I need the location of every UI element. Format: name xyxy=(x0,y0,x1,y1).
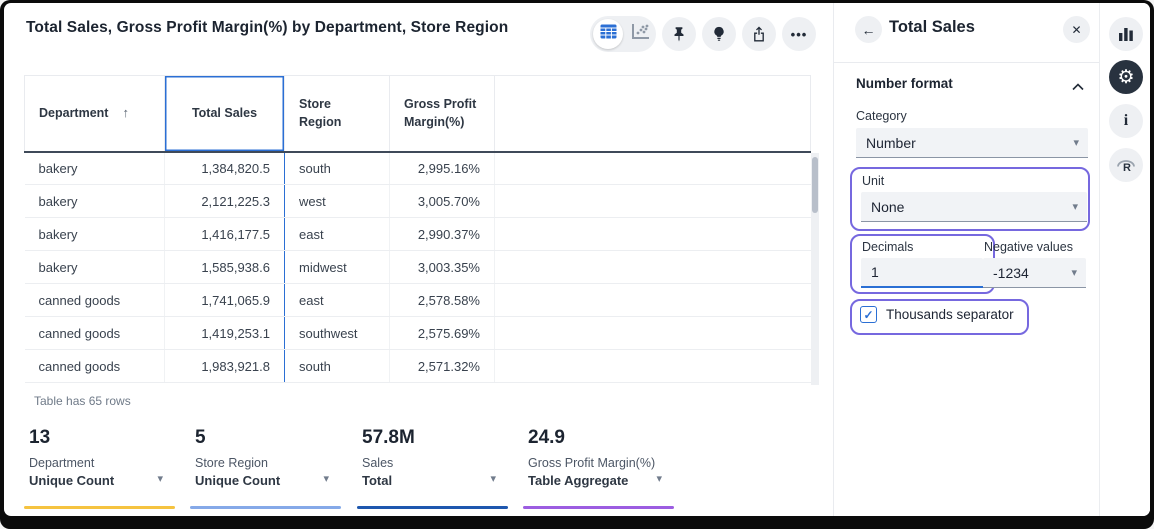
app-content: Total Sales, Gross Profit Margin(%) by D… xyxy=(4,3,1150,516)
close-button[interactable]: ✕ xyxy=(1063,16,1090,43)
collapse-section-button[interactable] xyxy=(1072,78,1084,96)
table-row: canned goods 1,983,921.8 south 2,571.32% xyxy=(25,350,811,383)
stat-value: 57.8M xyxy=(357,427,508,449)
close-icon: ✕ xyxy=(1071,23,1081,37)
stat-sales: 57.8M Sales Total ▾ xyxy=(357,427,508,509)
page-title: Total Sales, Gross Profit Margin(%) by D… xyxy=(26,19,508,37)
table-row: canned goods 1,741,065.9 east 2,578.58% xyxy=(25,284,811,317)
table-row: bakery 1,585,938.6 midwest 3,003.35% xyxy=(25,251,811,284)
caret-down-icon: ▾ xyxy=(1072,200,1078,213)
stat-label: Department xyxy=(24,456,175,470)
stat-underline xyxy=(357,506,508,509)
table-scrollbar-thumb[interactable] xyxy=(812,157,818,213)
right-icon-rail: ⚙ i R xyxy=(1099,3,1150,516)
table-row: bakery 1,384,820.5 south 2,995.16% xyxy=(25,152,811,185)
column-header-empty xyxy=(495,76,811,152)
stat-store-region: 5 Store Region Unique Count ▾ xyxy=(190,427,341,509)
stat-aggregation-dropdown[interactable]: Unique Count xyxy=(190,473,341,488)
stat-aggregation-dropdown[interactable]: Unique Count xyxy=(24,473,175,488)
stat-value: 24.9 xyxy=(523,427,674,449)
app-window: Total Sales, Gross Profit Margin(%) by D… xyxy=(0,0,1154,529)
table-body: bakery 1,384,820.5 south 2,995.16% baker… xyxy=(25,152,811,383)
category-value: Number xyxy=(866,135,916,151)
chevron-up-icon xyxy=(1072,78,1084,95)
caret-down-icon: ▾ xyxy=(1073,136,1079,149)
stat-label: Gross Profit Margin(%) xyxy=(523,456,674,470)
back-button[interactable]: ← xyxy=(855,16,882,43)
table-row: bakery 2,121,225.3 west 3,005.70% xyxy=(25,185,811,218)
table-header-row: Department↑ Total Sales Store Region Gro… xyxy=(25,76,811,152)
caret-down-icon: ▾ xyxy=(1071,266,1077,279)
gear-icon-button[interactable]: ⚙ xyxy=(1109,60,1143,94)
more-button[interactable]: ••• xyxy=(782,17,816,51)
check-icon: ✓ xyxy=(863,308,873,322)
info-button[interactable]: i xyxy=(1109,104,1143,138)
table-view-button[interactable] xyxy=(593,19,623,49)
table-grid-icon xyxy=(600,24,617,44)
caret-down-icon[interactable]: ▾ xyxy=(490,472,496,485)
answer-table: Department↑ Total Sales Store Region Gro… xyxy=(24,75,819,383)
share-icon xyxy=(750,25,768,43)
negative-values-label: Negative values xyxy=(984,240,1073,254)
format-panel: ← Total Sales ✕ Number format Category N… xyxy=(833,3,1100,516)
column-header-total-sales[interactable]: Total Sales xyxy=(165,76,285,152)
negative-values-select[interactable]: -1234 ▾ xyxy=(983,258,1086,288)
sort-asc-icon: ↑ xyxy=(122,105,129,120)
info-icon: i xyxy=(1124,112,1128,130)
table-row-count: Table has 65 rows xyxy=(34,394,131,408)
stat-underline xyxy=(523,506,674,509)
column-header-store-region[interactable]: Store Region xyxy=(285,76,390,152)
stat-value: 5 xyxy=(190,427,341,449)
insights-button[interactable] xyxy=(702,17,736,51)
r-analysis-button[interactable]: R xyxy=(1109,148,1143,182)
caret-down-icon[interactable]: ▾ xyxy=(157,472,163,485)
scatter-chart-icon xyxy=(631,24,649,45)
unit-select[interactable]: None ▾ xyxy=(861,192,1087,222)
stat-underline xyxy=(190,506,341,509)
column-header-gross-profit-margin[interactable]: Gross Profit Margin(%) xyxy=(390,76,495,152)
chart-config-button[interactable] xyxy=(1109,17,1143,51)
unit-label: Unit xyxy=(862,174,884,188)
category-label: Category xyxy=(856,109,907,123)
table-scrollbar[interactable] xyxy=(811,153,819,385)
panel-title: Total Sales xyxy=(889,18,975,37)
caret-down-icon[interactable]: ▾ xyxy=(323,472,329,485)
stat-value: 13 xyxy=(24,427,175,449)
unit-value: None xyxy=(871,199,904,215)
column-header-department[interactable]: Department↑ xyxy=(25,76,165,152)
checkbox-checked-icon[interactable]: ✓ xyxy=(860,306,877,323)
pushpin-icon xyxy=(670,25,688,43)
caret-down-icon[interactable]: ▾ xyxy=(656,472,662,485)
bar-chart-icon xyxy=(1118,27,1134,41)
stat-underline xyxy=(24,506,175,509)
panel-divider xyxy=(834,62,1100,63)
table-row: bakery 1,416,177.5 east 2,990.37% xyxy=(25,218,811,251)
decimals-input[interactable] xyxy=(861,258,983,288)
decimals-label: Decimals xyxy=(862,240,913,254)
stat-gross-profit-margin: 24.9 Gross Profit Margin(%) Table Aggreg… xyxy=(523,427,674,509)
share-button[interactable] xyxy=(742,17,776,51)
thousands-separator-label: Thousands separator xyxy=(886,307,1014,322)
thousands-separator-option[interactable]: ✓ Thousands separator xyxy=(860,306,1014,323)
negative-values-value: -1234 xyxy=(993,265,1029,281)
view-toolbar: ••• xyxy=(590,16,816,52)
chart-view-button[interactable] xyxy=(623,24,656,45)
stat-department: 13 Department Unique Count ▾ xyxy=(24,427,175,509)
category-select[interactable]: Number ▾ xyxy=(856,128,1088,158)
view-toggle xyxy=(590,16,656,52)
stat-aggregation-dropdown[interactable]: Table Aggregate xyxy=(523,473,674,488)
ellipsis-icon: ••• xyxy=(791,27,808,42)
back-arrow-icon: ← xyxy=(862,22,876,38)
svg-text:R: R xyxy=(1123,162,1131,173)
pin-button[interactable] xyxy=(662,17,696,51)
table-row: canned goods 1,419,253.1 southwest 2,575… xyxy=(25,317,811,350)
stat-label: Sales xyxy=(357,456,508,470)
stat-label: Store Region xyxy=(190,456,341,470)
section-title: Number format xyxy=(856,76,953,91)
stat-aggregation-dropdown[interactable]: Total xyxy=(357,473,508,488)
r-logo-icon: R xyxy=(1116,157,1136,173)
lightbulb-icon xyxy=(710,25,728,43)
gear-icon: ⚙ xyxy=(1117,66,1134,89)
